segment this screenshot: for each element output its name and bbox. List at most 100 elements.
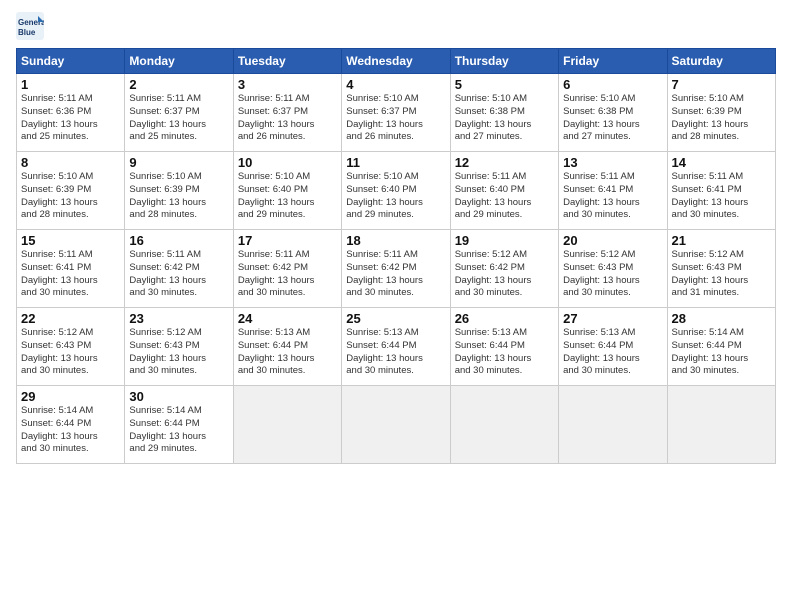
day-info: Sunrise: 5:11 AMSunset: 6:37 PMDaylight:… [129,93,228,144]
day-number: 27 [563,311,662,326]
day-info: Sunrise: 5:14 AMSunset: 6:44 PMDaylight:… [129,405,228,456]
calendar-cell: 5Sunrise: 5:10 AMSunset: 6:38 PMDaylight… [450,74,558,152]
day-info: Sunrise: 5:10 AMSunset: 6:38 PMDaylight:… [563,93,662,144]
day-number: 30 [129,389,228,404]
calendar-cell [667,386,775,464]
calendar-cell: 17Sunrise: 5:11 AMSunset: 6:42 PMDayligh… [233,230,341,308]
day-number: 9 [129,155,228,170]
day-info: Sunrise: 5:11 AMSunset: 6:37 PMDaylight:… [238,93,337,144]
day-number: 8 [21,155,120,170]
calendar-cell: 1Sunrise: 5:11 AMSunset: 6:36 PMDaylight… [17,74,125,152]
day-info: Sunrise: 5:10 AMSunset: 6:40 PMDaylight:… [238,171,337,222]
day-info: Sunrise: 5:13 AMSunset: 6:44 PMDaylight:… [455,327,554,378]
calendar-cell: 20Sunrise: 5:12 AMSunset: 6:43 PMDayligh… [559,230,667,308]
day-number: 21 [672,233,771,248]
col-header-thursday: Thursday [450,49,558,74]
day-number: 28 [672,311,771,326]
day-number: 5 [455,77,554,92]
day-info: Sunrise: 5:11 AMSunset: 6:41 PMDaylight:… [672,171,771,222]
calendar-table: SundayMondayTuesdayWednesdayThursdayFrid… [16,48,776,464]
day-number: 15 [21,233,120,248]
day-info: Sunrise: 5:13 AMSunset: 6:44 PMDaylight:… [563,327,662,378]
day-info: Sunrise: 5:10 AMSunset: 6:39 PMDaylight:… [129,171,228,222]
day-number: 3 [238,77,337,92]
day-number: 14 [672,155,771,170]
day-number: 29 [21,389,120,404]
calendar-cell: 9Sunrise: 5:10 AMSunset: 6:39 PMDaylight… [125,152,233,230]
calendar-cell: 2Sunrise: 5:11 AMSunset: 6:37 PMDaylight… [125,74,233,152]
day-number: 23 [129,311,228,326]
day-number: 1 [21,77,120,92]
logo: General Blue [16,12,46,40]
col-header-tuesday: Tuesday [233,49,341,74]
day-info: Sunrise: 5:11 AMSunset: 6:41 PMDaylight:… [21,249,120,300]
calendar-cell: 23Sunrise: 5:12 AMSunset: 6:43 PMDayligh… [125,308,233,386]
day-info: Sunrise: 5:13 AMSunset: 6:44 PMDaylight:… [346,327,445,378]
day-number: 25 [346,311,445,326]
day-info: Sunrise: 5:14 AMSunset: 6:44 PMDaylight:… [21,405,120,456]
day-info: Sunrise: 5:12 AMSunset: 6:42 PMDaylight:… [455,249,554,300]
day-number: 19 [455,233,554,248]
col-header-friday: Friday [559,49,667,74]
day-number: 18 [346,233,445,248]
day-number: 7 [672,77,771,92]
calendar-cell: 11Sunrise: 5:10 AMSunset: 6:40 PMDayligh… [342,152,450,230]
calendar-cell: 24Sunrise: 5:13 AMSunset: 6:44 PMDayligh… [233,308,341,386]
day-info: Sunrise: 5:13 AMSunset: 6:44 PMDaylight:… [238,327,337,378]
calendar-cell [233,386,341,464]
day-number: 2 [129,77,228,92]
calendar-cell: 18Sunrise: 5:11 AMSunset: 6:42 PMDayligh… [342,230,450,308]
calendar-cell: 16Sunrise: 5:11 AMSunset: 6:42 PMDayligh… [125,230,233,308]
day-info: Sunrise: 5:10 AMSunset: 6:37 PMDaylight:… [346,93,445,144]
calendar-cell [559,386,667,464]
calendar-cell: 12Sunrise: 5:11 AMSunset: 6:40 PMDayligh… [450,152,558,230]
day-info: Sunrise: 5:10 AMSunset: 6:39 PMDaylight:… [21,171,120,222]
calendar-cell: 27Sunrise: 5:13 AMSunset: 6:44 PMDayligh… [559,308,667,386]
day-info: Sunrise: 5:12 AMSunset: 6:43 PMDaylight:… [129,327,228,378]
day-info: Sunrise: 5:12 AMSunset: 6:43 PMDaylight:… [563,249,662,300]
day-number: 20 [563,233,662,248]
day-number: 10 [238,155,337,170]
day-info: Sunrise: 5:10 AMSunset: 6:39 PMDaylight:… [672,93,771,144]
day-info: Sunrise: 5:11 AMSunset: 6:42 PMDaylight:… [238,249,337,300]
day-number: 13 [563,155,662,170]
day-number: 26 [455,311,554,326]
col-header-monday: Monday [125,49,233,74]
calendar-cell: 4Sunrise: 5:10 AMSunset: 6:37 PMDaylight… [342,74,450,152]
day-info: Sunrise: 5:11 AMSunset: 6:41 PMDaylight:… [563,171,662,222]
calendar-cell: 3Sunrise: 5:11 AMSunset: 6:37 PMDaylight… [233,74,341,152]
calendar-cell [450,386,558,464]
day-number: 6 [563,77,662,92]
day-info: Sunrise: 5:12 AMSunset: 6:43 PMDaylight:… [21,327,120,378]
col-header-sunday: Sunday [17,49,125,74]
day-number: 16 [129,233,228,248]
col-header-saturday: Saturday [667,49,775,74]
day-info: Sunrise: 5:11 AMSunset: 6:42 PMDaylight:… [129,249,228,300]
day-number: 22 [21,311,120,326]
calendar-cell: 21Sunrise: 5:12 AMSunset: 6:43 PMDayligh… [667,230,775,308]
calendar-cell: 30Sunrise: 5:14 AMSunset: 6:44 PMDayligh… [125,386,233,464]
calendar-cell: 14Sunrise: 5:11 AMSunset: 6:41 PMDayligh… [667,152,775,230]
col-header-wednesday: Wednesday [342,49,450,74]
day-number: 11 [346,155,445,170]
svg-text:Blue: Blue [18,28,36,37]
calendar-cell: 8Sunrise: 5:10 AMSunset: 6:39 PMDaylight… [17,152,125,230]
day-info: Sunrise: 5:14 AMSunset: 6:44 PMDaylight:… [672,327,771,378]
day-info: Sunrise: 5:11 AMSunset: 6:36 PMDaylight:… [21,93,120,144]
calendar-cell: 19Sunrise: 5:12 AMSunset: 6:42 PMDayligh… [450,230,558,308]
calendar-cell: 25Sunrise: 5:13 AMSunset: 6:44 PMDayligh… [342,308,450,386]
day-info: Sunrise: 5:10 AMSunset: 6:38 PMDaylight:… [455,93,554,144]
day-number: 24 [238,311,337,326]
calendar-cell: 15Sunrise: 5:11 AMSunset: 6:41 PMDayligh… [17,230,125,308]
day-info: Sunrise: 5:10 AMSunset: 6:40 PMDaylight:… [346,171,445,222]
day-number: 17 [238,233,337,248]
general-blue-logo-icon: General Blue [16,12,44,40]
calendar-cell: 26Sunrise: 5:13 AMSunset: 6:44 PMDayligh… [450,308,558,386]
day-number: 12 [455,155,554,170]
calendar-cell [342,386,450,464]
day-number: 4 [346,77,445,92]
calendar-cell: 28Sunrise: 5:14 AMSunset: 6:44 PMDayligh… [667,308,775,386]
calendar-cell: 10Sunrise: 5:10 AMSunset: 6:40 PMDayligh… [233,152,341,230]
day-info: Sunrise: 5:11 AMSunset: 6:40 PMDaylight:… [455,171,554,222]
calendar-cell: 29Sunrise: 5:14 AMSunset: 6:44 PMDayligh… [17,386,125,464]
